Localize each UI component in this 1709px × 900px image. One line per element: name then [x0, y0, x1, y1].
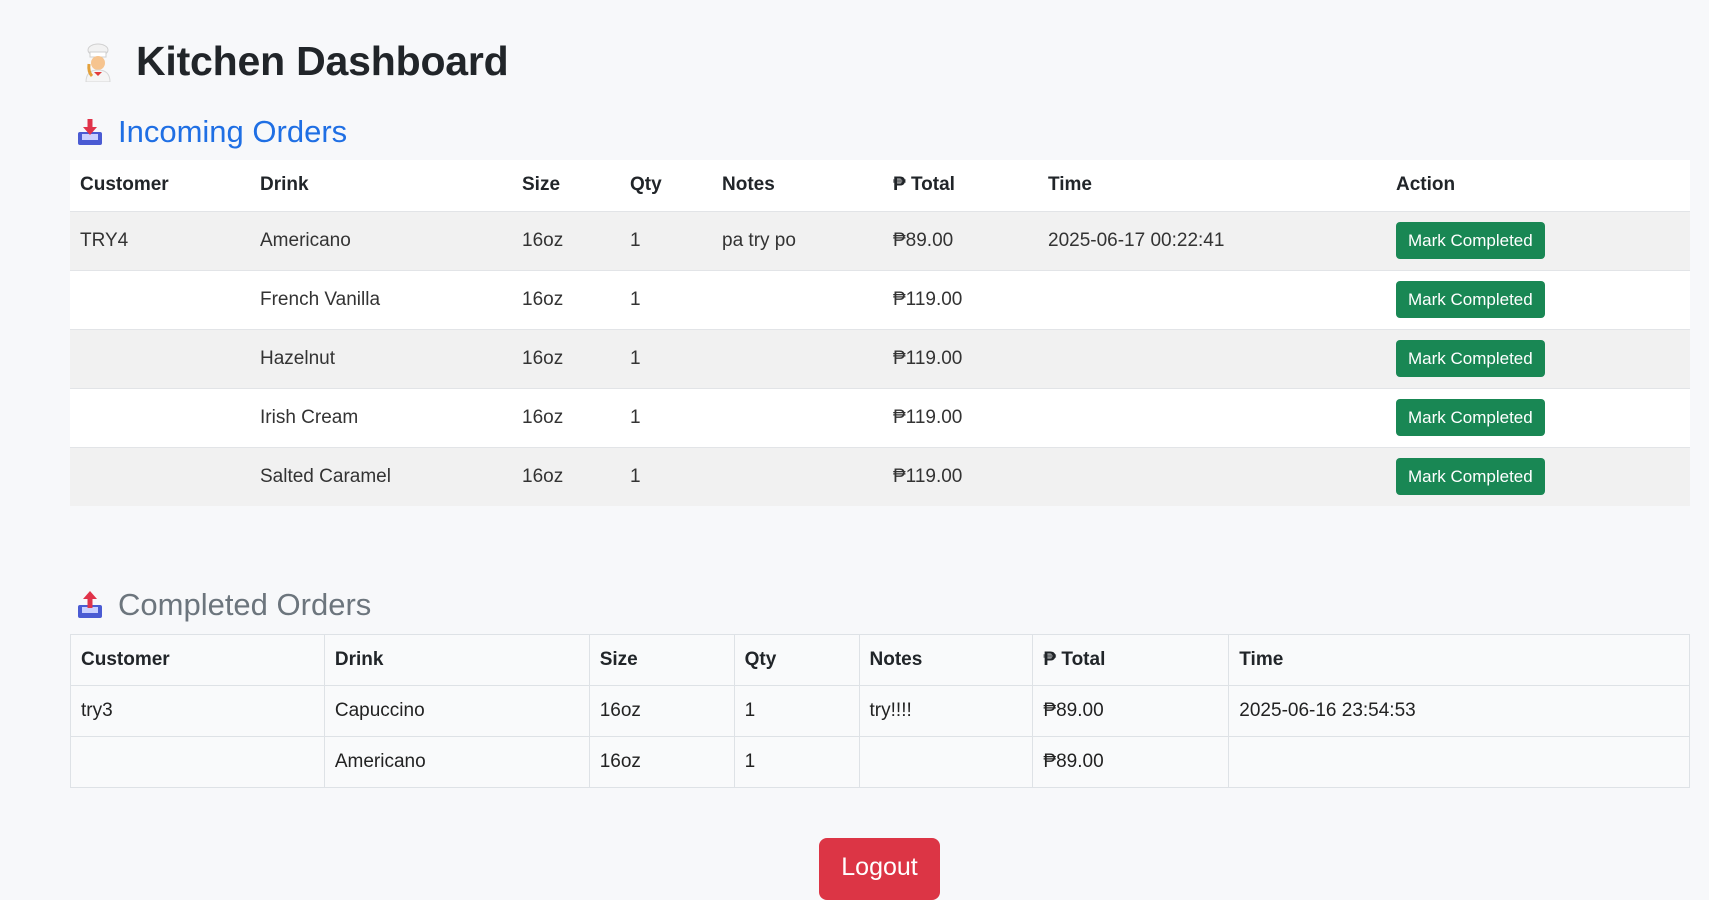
- completed-orders-table: Customer Drink Size Qty Notes ₱ Total Ti…: [70, 634, 1690, 788]
- column-header-total: ₱ Total: [1032, 634, 1230, 686]
- cell-notes: [712, 328, 883, 388]
- outbox-tray-icon: [76, 590, 104, 620]
- cell-customer: [70, 387, 250, 447]
- cell-time: [1038, 446, 1386, 506]
- mark-completed-button[interactable]: Mark Completed: [1396, 399, 1545, 436]
- cell-drink: Salted Caramel: [250, 446, 512, 506]
- cell-qty: 1: [733, 736, 860, 788]
- cell-customer: TRY4: [70, 210, 250, 270]
- cell-qty: 1: [620, 387, 712, 447]
- cell-customer: [70, 269, 250, 329]
- page-title: Kitchen Dashboard: [78, 38, 509, 85]
- table-row: French Vanilla 16oz 1 ₱119.00 Mark Compl…: [70, 269, 1690, 329]
- table-row: Salted Caramel 16oz 1 ₱119.00 Mark Compl…: [70, 446, 1690, 506]
- cell-total: ₱89.00: [883, 210, 1038, 270]
- cell-drink: Hazelnut: [250, 328, 512, 388]
- cell-size: 16oz: [512, 387, 620, 447]
- incoming-orders-heading: Incoming Orders: [76, 114, 347, 150]
- logout-button[interactable]: Logout: [819, 838, 940, 900]
- cell-size: 16oz: [512, 269, 620, 329]
- incoming-orders-title: Incoming Orders: [118, 114, 348, 149]
- cell-qty: 1: [620, 210, 712, 270]
- cell-size: 16oz: [512, 328, 620, 388]
- mark-completed-button[interactable]: Mark Completed: [1396, 340, 1545, 377]
- cell-customer: [70, 446, 250, 506]
- cell-size: 16oz: [512, 446, 620, 506]
- cell-total: ₱89.00: [1032, 736, 1230, 788]
- incoming-orders-table: Customer Drink Size Qty Notes ₱ Total Ti…: [70, 160, 1690, 506]
- column-header-action: Action: [1386, 160, 1690, 211]
- column-header-size: Size: [588, 634, 735, 686]
- cell-total: ₱89.00: [1032, 685, 1230, 737]
- cell-drink: Irish Cream: [250, 387, 512, 447]
- cell-time: [1038, 328, 1386, 388]
- column-header-time: Time: [1228, 634, 1690, 686]
- cell-qty: 1: [620, 446, 712, 506]
- column-header-qty: Qty: [733, 634, 860, 686]
- cell-total: ₱119.00: [883, 269, 1038, 329]
- completed-orders-title: Completed Orders: [118, 587, 372, 622]
- inbox-tray-icon: [76, 117, 104, 147]
- cell-time: [1228, 736, 1690, 788]
- cell-notes: try!!!!: [858, 685, 1034, 737]
- cell-qty: 1: [733, 685, 860, 737]
- page-title-text: Kitchen Dashboard: [136, 38, 509, 84]
- cell-size: 16oz: [588, 685, 735, 737]
- cell-time: 2025-06-16 23:54:53: [1228, 685, 1690, 737]
- column-header-notes: Notes: [712, 160, 883, 211]
- mark-completed-button[interactable]: Mark Completed: [1396, 458, 1545, 496]
- cell-total: ₱119.00: [883, 328, 1038, 388]
- cell-qty: 1: [620, 328, 712, 388]
- mark-completed-button[interactable]: Mark Completed: [1396, 281, 1545, 318]
- cell-action: Mark Completed: [1386, 446, 1690, 506]
- cell-action: Mark Completed: [1386, 210, 1690, 270]
- column-header-notes: Notes: [858, 634, 1034, 686]
- cell-drink: Capuccino: [323, 685, 590, 737]
- table-row: Hazelnut 16oz 1 ₱119.00 Mark Completed: [70, 328, 1690, 388]
- cell-total: ₱119.00: [883, 387, 1038, 447]
- cell-action: Mark Completed: [1386, 328, 1690, 388]
- column-header-customer: Customer: [70, 634, 325, 686]
- column-header-time: Time: [1038, 160, 1386, 211]
- table-header-row: Customer Drink Size Qty Notes ₱ Total Ti…: [70, 634, 1690, 686]
- cell-drink: Americano: [323, 736, 590, 788]
- chef-icon: [78, 42, 118, 82]
- column-header-drink: Drink: [250, 160, 512, 211]
- cell-total: ₱119.00: [883, 446, 1038, 506]
- cell-action: Mark Completed: [1386, 387, 1690, 447]
- column-header-total: ₱ Total: [883, 160, 1038, 211]
- cell-notes: [712, 446, 883, 506]
- cell-notes: [712, 387, 883, 447]
- cell-time: [1038, 269, 1386, 329]
- cell-qty: 1: [620, 269, 712, 329]
- table-row: Americano 16oz 1 ₱89.00: [70, 736, 1690, 788]
- cell-customer: [70, 736, 325, 788]
- mark-completed-button[interactable]: Mark Completed: [1396, 222, 1545, 259]
- cell-customer: [70, 328, 250, 388]
- cell-size: 16oz: [512, 210, 620, 270]
- completed-orders-heading: Completed Orders: [76, 587, 371, 623]
- column-header-qty: Qty: [620, 160, 712, 211]
- cell-drink: French Vanilla: [250, 269, 512, 329]
- column-header-drink: Drink: [323, 634, 590, 686]
- cell-notes: pa try po: [712, 210, 883, 270]
- table-row: Irish Cream 16oz 1 ₱119.00 Mark Complete…: [70, 387, 1690, 447]
- cell-action: Mark Completed: [1386, 269, 1690, 329]
- cell-time: 2025-06-17 00:22:41: [1038, 210, 1386, 270]
- cell-time: [1038, 387, 1386, 447]
- cell-notes: [712, 269, 883, 329]
- cell-drink: Americano: [250, 210, 512, 270]
- cell-size: 16oz: [588, 736, 735, 788]
- table-row: try3 Capuccino 16oz 1 try!!!! ₱89.00 202…: [70, 685, 1690, 737]
- cell-notes: [858, 736, 1034, 788]
- table-row: TRY4 Americano 16oz 1 pa try po ₱89.00 2…: [70, 210, 1690, 270]
- column-header-size: Size: [512, 160, 620, 211]
- cell-customer: try3: [70, 685, 325, 737]
- column-header-customer: Customer: [70, 160, 250, 211]
- table-header-row: Customer Drink Size Qty Notes ₱ Total Ti…: [70, 160, 1690, 211]
